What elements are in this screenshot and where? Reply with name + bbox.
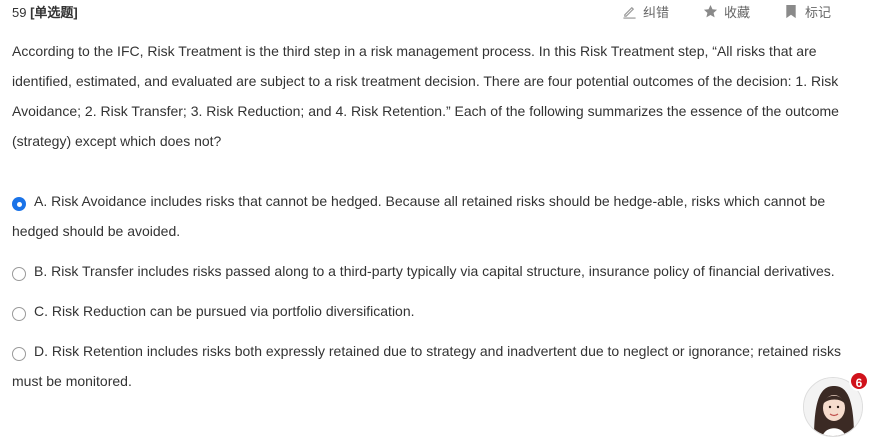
star-icon <box>702 4 718 20</box>
assistant-widget[interactable]: 6 <box>803 371 869 437</box>
mark-button[interactable]: 标记 <box>783 2 831 21</box>
option-d-text: D. Risk Retention includes risks both ex… <box>12 343 841 389</box>
question-header: 59 [单选题] 纠错 收藏 标记 <box>0 0 877 24</box>
option-c-text: C. Risk Reduction can be pursued via por… <box>34 303 415 319</box>
report-error-label: 纠错 <box>643 5 670 20</box>
question-number: 59 [单选题] <box>12 2 78 21</box>
option-a[interactable]: A. Risk Avoidance includes risks that ca… <box>12 186 862 246</box>
favorite-label: 收藏 <box>724 5 751 20</box>
option-c[interactable]: C. Risk Reduction can be pursued via por… <box>12 296 862 326</box>
notification-badge: 6 <box>849 371 869 391</box>
radio-unchecked-icon[interactable] <box>12 267 26 282</box>
radio-unchecked-icon[interactable] <box>12 307 26 322</box>
pencil-icon <box>621 4 637 20</box>
report-error-button[interactable]: 纠错 <box>621 2 669 21</box>
mark-label: 标记 <box>805 5 832 20</box>
question-number-text: 59 <box>12 5 27 20</box>
question-stem: According to the IFC, Risk Treatment is … <box>12 43 839 149</box>
radio-unchecked-icon[interactable] <box>12 347 26 362</box>
question-type: [单选题] <box>30 5 78 20</box>
option-a-text: A. Risk Avoidance includes risks that ca… <box>12 193 826 239</box>
option-b-text: B. Risk Transfer includes risks passed a… <box>34 263 835 279</box>
option-d[interactable]: D. Risk Retention includes risks both ex… <box>12 336 862 396</box>
radio-checked-icon[interactable] <box>12 197 26 212</box>
option-b[interactable]: B. Risk Transfer includes risks passed a… <box>12 256 862 286</box>
bookmark-icon <box>783 4 799 20</box>
favorite-button[interactable]: 收藏 <box>702 2 750 21</box>
